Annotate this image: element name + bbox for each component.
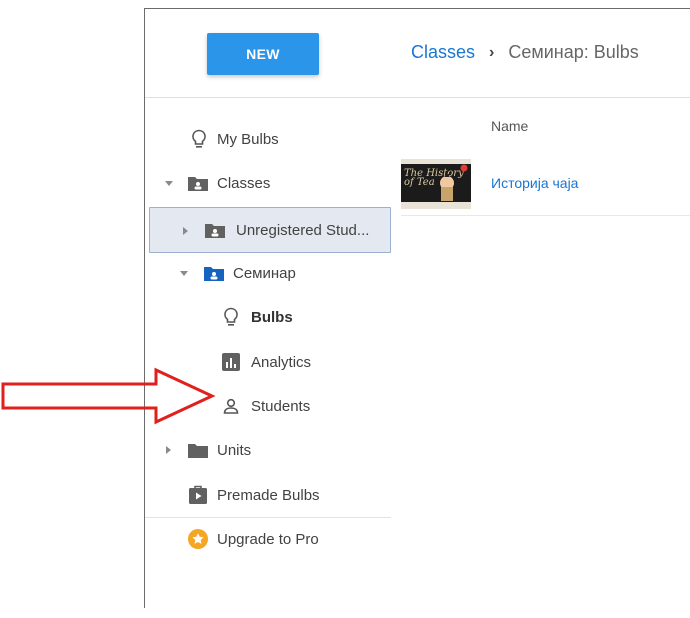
annotation-arrow-icon	[1, 367, 216, 425]
sidebar-item-unregistered-students[interactable]: Unregistered Stud...	[149, 207, 391, 253]
new-button[interactable]: NEW	[207, 33, 319, 75]
premade-bulbs-icon	[187, 485, 209, 505]
sidebar-item-label: Analytics	[251, 353, 312, 371]
sidebar-item-label: Семинар	[233, 264, 296, 282]
file-name-link[interactable]: Историја чаја	[491, 175, 578, 191]
person-icon	[221, 396, 241, 416]
sidebar-item-label: Students	[251, 397, 311, 415]
breadcrumb: Classes › Семинар: Bulbs	[411, 42, 639, 63]
class-folder-icon	[187, 174, 209, 192]
sidebar-item-seminar[interactable]: Семинар	[145, 255, 391, 291]
file-row[interactable]: The History of Tea Историја чаја	[401, 153, 690, 216]
sidebar-item-label: Classes	[217, 174, 271, 192]
sidebar-item-label: Bulbs	[251, 308, 293, 326]
lightbulb-icon	[221, 307, 241, 327]
lightbulb-icon	[189, 129, 209, 149]
folder-icon	[187, 441, 209, 459]
column-header-name[interactable]: Name	[491, 118, 528, 134]
top-bar: NEW Classes › Семинар: Bulbs	[145, 9, 690, 98]
class-folder-icon	[204, 221, 226, 239]
analytics-icon	[221, 352, 241, 372]
sidebar-item-label: Upgrade to Pro	[217, 530, 319, 548]
sidebar-item-label: Unregistered Stud...	[236, 221, 370, 239]
bulb-thumbnail: The History of Tea	[401, 159, 471, 209]
sidebar-item-bulbs[interactable]: Bulbs	[145, 299, 391, 335]
breadcrumb-separator: ›	[489, 43, 495, 61]
sidebar-divider	[145, 517, 391, 518]
sidebar-item-label: Premade Bulbs	[217, 486, 320, 504]
caret-right-icon[interactable]	[166, 446, 171, 454]
sidebar-item-upgrade[interactable]: Upgrade to Pro	[145, 521, 391, 557]
sidebar-item-my-bulbs[interactable]: My Bulbs	[145, 121, 391, 157]
caret-down-icon[interactable]	[165, 181, 173, 186]
breadcrumb-classes-link[interactable]: Classes	[411, 42, 475, 63]
app-window: NEW Classes › Семинар: Bulbs My Bulbs Cl…	[144, 8, 690, 608]
caret-right-icon[interactable]	[183, 227, 188, 235]
file-list: Name The History of Tea Историја чаја	[391, 98, 690, 618]
caret-down-icon[interactable]	[180, 271, 188, 276]
sidebar-item-premade-bulbs[interactable]: Premade Bulbs	[145, 477, 391, 513]
breadcrumb-current: Семинар: Bulbs	[508, 42, 639, 62]
class-folder-icon	[203, 264, 225, 282]
sidebar: My Bulbs Classes Unregistered Stud... Се…	[145, 98, 391, 618]
sidebar-item-label: Units	[217, 441, 252, 459]
sidebar-item-classes[interactable]: Classes	[145, 165, 391, 201]
sidebar-item-units[interactable]: Units	[145, 432, 391, 468]
star-badge-icon	[187, 528, 209, 550]
sidebar-item-label: My Bulbs	[217, 130, 279, 148]
